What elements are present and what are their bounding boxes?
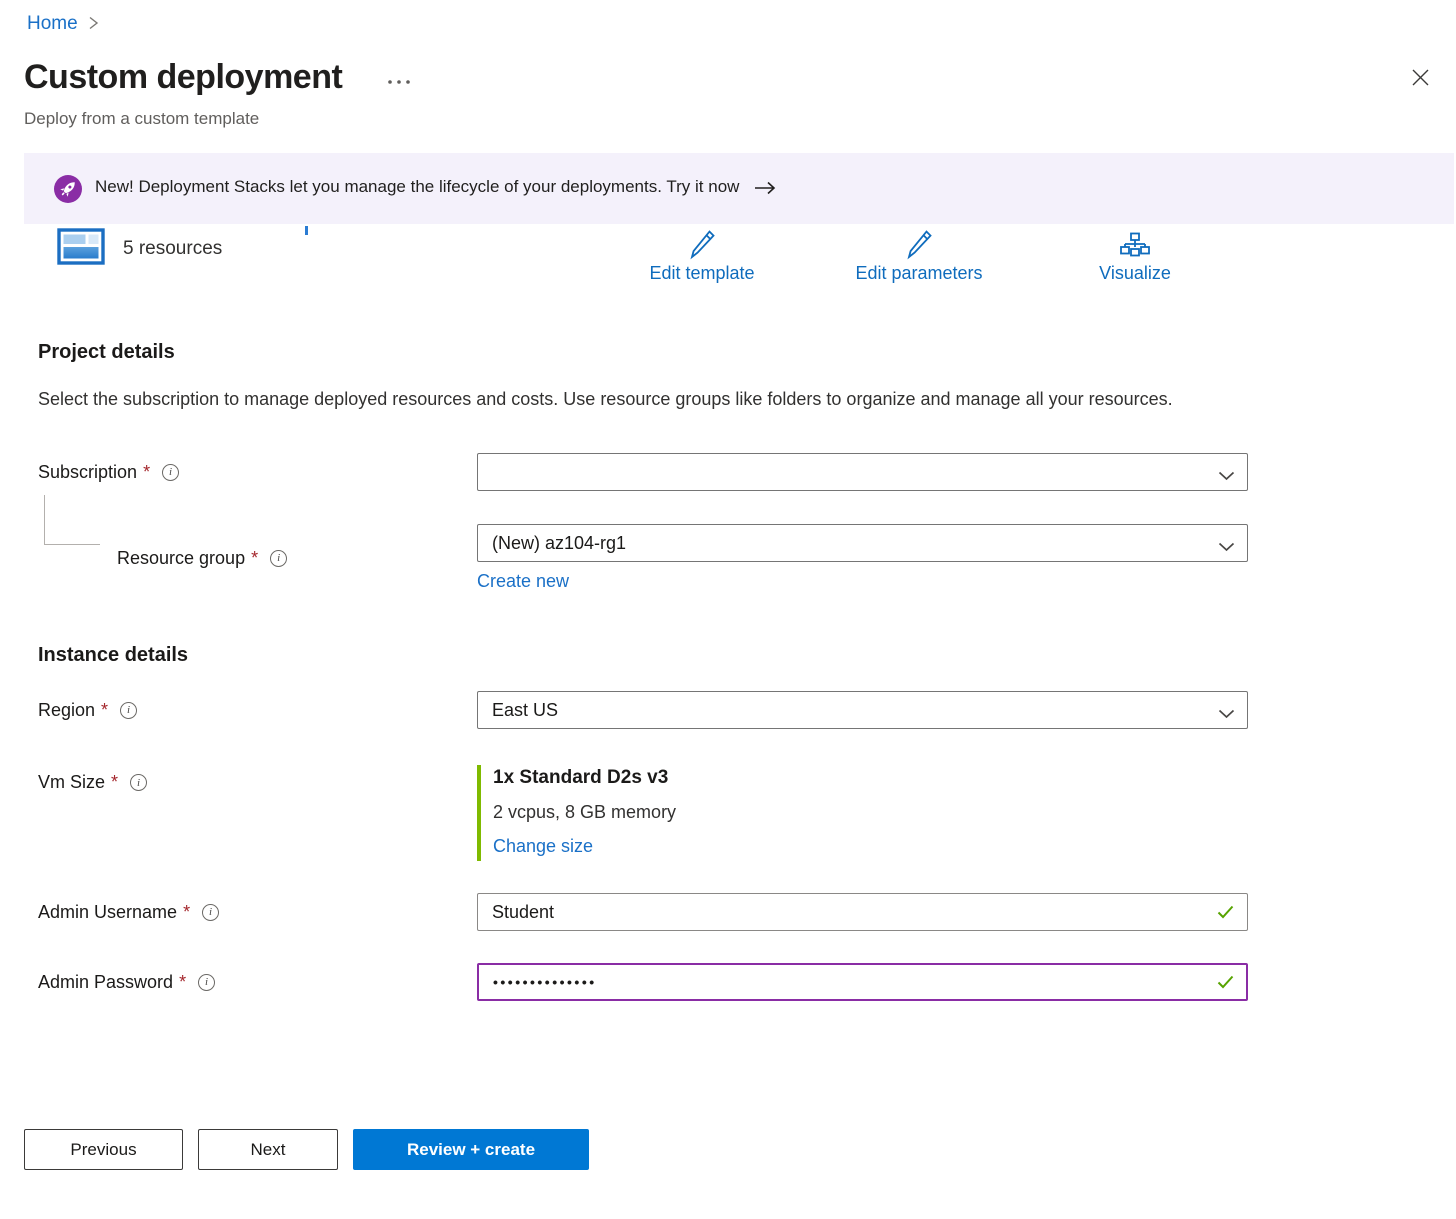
pencil-icon (617, 228, 787, 260)
sitemap-icon (1050, 228, 1220, 260)
resource-group-value: (New) az104-rg1 (492, 533, 626, 554)
edit-template-button[interactable]: Edit template (617, 228, 787, 284)
subscription-label: Subscription (38, 462, 137, 483)
region-dropdown[interactable]: East US (477, 691, 1248, 729)
valid-checkmark-icon (1217, 975, 1234, 994)
required-asterisk: * (251, 548, 258, 569)
region-row: Region * i East US (0, 691, 1456, 729)
region-value: East US (492, 700, 558, 721)
resource-group-label-group: Resource group * i (0, 548, 477, 569)
create-new-link[interactable]: Create new (477, 571, 569, 592)
chevron-down-icon (1218, 539, 1235, 557)
template-summary-bar: 5 resources Edit template Edit parameter… (0, 228, 1456, 294)
subscription-resource-group-connector (44, 495, 100, 545)
close-icon[interactable] (1407, 64, 1434, 96)
subscription-label-group: Subscription * i (0, 462, 477, 483)
pencil-icon (834, 228, 1004, 260)
required-asterisk: * (183, 902, 190, 923)
breadcrumb-home-link[interactable]: Home (27, 13, 78, 35)
info-icon[interactable]: i (198, 974, 215, 991)
page-subtitle: Deploy from a custom template (24, 109, 1456, 129)
banner-text: New! Deployment Stacks let you manage th… (95, 177, 776, 200)
page-header: Custom deployment (24, 58, 1456, 97)
breadcrumb: Home (0, 0, 1456, 36)
page-title: Custom deployment (24, 58, 342, 97)
required-asterisk: * (143, 462, 150, 483)
vm-size-description: 2 vcpus, 8 GB memory (493, 802, 1248, 823)
template-icon (57, 228, 105, 270)
visualize-label: Visualize (1050, 263, 1220, 284)
change-size-link[interactable]: Change size (493, 836, 593, 857)
more-options-icon[interactable] (386, 73, 412, 91)
footer-actions: Previous Next Review + create (24, 1129, 1456, 1170)
admin-username-label-group: Admin Username * i (0, 902, 477, 923)
project-details-heading: Project details (38, 341, 1456, 364)
subscription-row: Subscription * i (0, 453, 1456, 491)
required-asterisk: * (101, 700, 108, 721)
rocket-icon (54, 175, 82, 203)
deployment-stacks-banner: New! Deployment Stacks let you manage th… (24, 153, 1454, 224)
required-asterisk: * (179, 972, 186, 993)
resource-group-row: Resource group * i (New) az104-rg1 Creat… (0, 524, 1456, 592)
arrow-right-icon (754, 180, 776, 199)
visualize-button[interactable]: Visualize (1050, 228, 1220, 284)
breadcrumb-chevron-icon (88, 14, 99, 36)
vm-size-summary: 1x Standard D2s v3 2 vcpus, 8 GB memory … (477, 765, 1248, 861)
admin-password-label: Admin Password (38, 972, 173, 993)
subscription-dropdown[interactable] (477, 453, 1248, 491)
review-create-button[interactable]: Review + create (353, 1129, 589, 1170)
admin-username-input[interactable] (477, 893, 1248, 931)
instance-details-heading: Instance details (38, 644, 1456, 667)
admin-username-label: Admin Username (38, 902, 177, 923)
edit-parameters-button[interactable]: Edit parameters (834, 228, 1004, 284)
admin-password-label-group: Admin Password * i (0, 972, 477, 993)
admin-password-row: Admin Password * i (0, 963, 1456, 1001)
resources-count-label: 5 resources (123, 238, 222, 260)
banner-try-it-now-link[interactable]: Try it now (666, 177, 739, 196)
required-asterisk: * (111, 772, 118, 793)
info-icon[interactable]: i (162, 464, 179, 481)
resource-group-dropdown[interactable]: (New) az104-rg1 (477, 524, 1248, 562)
vm-size-label-group: Vm Size * i (0, 765, 477, 793)
edit-parameters-label: Edit parameters (834, 263, 1004, 284)
info-icon[interactable]: i (120, 702, 137, 719)
vm-size-title: 1x Standard D2s v3 (493, 767, 1248, 789)
admin-username-row: Admin Username * i (0, 893, 1456, 931)
region-label: Region (38, 700, 95, 721)
info-icon[interactable]: i (202, 904, 219, 921)
project-details-description: Select the subscription to manage deploy… (38, 384, 1188, 415)
edit-template-label: Edit template (617, 263, 787, 284)
info-icon[interactable]: i (270, 550, 287, 567)
region-label-group: Region * i (0, 700, 477, 721)
chevron-down-icon (1218, 468, 1235, 486)
valid-checkmark-icon (1217, 905, 1234, 924)
vm-size-row: Vm Size * i 1x Standard D2s v3 2 vcpus, … (0, 765, 1456, 861)
info-icon[interactable]: i (130, 774, 147, 791)
previous-button[interactable]: Previous (24, 1129, 183, 1170)
deployment-form: Subscription * i Resource group * i (New… (0, 453, 1456, 1001)
custom-deployment-page: { "breadcrumb": { "home": "Home" }, "hea… (0, 0, 1456, 1219)
next-button[interactable]: Next (198, 1129, 338, 1170)
template-resources: 5 resources (57, 228, 222, 270)
vm-size-label: Vm Size (38, 772, 105, 793)
admin-password-input[interactable] (477, 963, 1248, 1001)
resource-group-label: Resource group (117, 548, 245, 569)
banner-message: New! Deployment Stacks let you manage th… (95, 177, 662, 196)
chevron-down-icon (1218, 706, 1235, 724)
